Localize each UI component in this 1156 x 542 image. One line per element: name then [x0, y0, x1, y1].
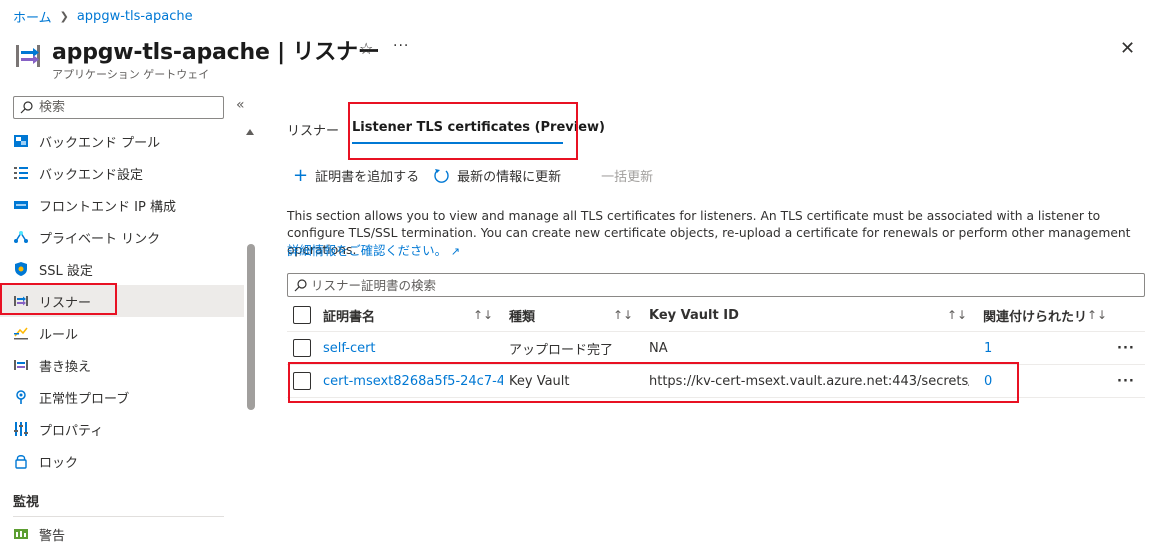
sidebar-search-input[interactable] — [39, 100, 209, 115]
sidebar-item-rewrite[interactable]: 書き換え — [0, 349, 244, 381]
breadcrumb-home-link[interactable]: ホーム — [13, 7, 52, 26]
sidebar-item-private-link[interactable]: プライベート リンク — [0, 221, 244, 253]
bulk-update-label: 一括更新 — [601, 170, 654, 185]
sidebar-item-label: 書き換え — [39, 359, 92, 375]
certificate-search-input[interactable] — [311, 277, 1131, 293]
tab-listener[interactable]: リスナー — [287, 120, 339, 139]
lock-icon — [15, 455, 27, 469]
collapse-sidebar-icon[interactable]: « — [236, 97, 245, 113]
sidebar-item-label: フロントエンド IP 構成 — [39, 199, 176, 215]
refresh-label: 最新の情報に更新 — [457, 170, 562, 185]
application-gateway-icon — [16, 45, 40, 67]
sidebar-item-label: 警告 — [39, 528, 66, 542]
add-certificate-label: 証明書を追加する — [315, 170, 420, 185]
page-title: appgw-tls-apache | リスナー — [52, 40, 380, 65]
key-vault-id: NA — [649, 340, 668, 356]
sidebar-item-health-probe[interactable]: 正常性プローブ — [0, 381, 244, 413]
sidebar-item-label: 正常性プローブ — [39, 391, 130, 407]
sort-icon[interactable]: ↑↓ — [1087, 299, 1107, 331]
certificate-name-link[interactable]: self-cert — [323, 332, 376, 364]
breadcrumb: ホーム ❯ appgw-tls-apache — [13, 7, 193, 26]
highlight-box-listener — [0, 283, 117, 315]
sidebar-divider — [13, 516, 224, 517]
select-all-checkbox[interactable] — [293, 306, 311, 324]
certificate-type: アップロード完了 — [509, 342, 614, 358]
sidebar-item-lock[interactable]: ロック — [0, 445, 244, 477]
sidebar-item-label: バックエンド プール — [39, 135, 161, 151]
toolbar: + 証明書を追加する 最新の情報に更新 一括更新 — [293, 166, 653, 185]
table-header-row: 証明書名 ↑↓ 種類 ↑↓ Key Vault ID ↑↓ 関連付けられたリ..… — [287, 299, 1145, 332]
shield-icon — [15, 262, 27, 276]
sidebar-item-label: バックエンド設定 — [39, 167, 144, 183]
sidebar-item-label: プライベート リンク — [39, 231, 161, 247]
backend-pool-icon — [14, 135, 28, 147]
refresh-button[interactable]: 最新の情報に更新 — [433, 166, 561, 185]
sidebar-item-label: ルール — [39, 327, 79, 343]
row-checkbox[interactable] — [293, 339, 311, 357]
private-link-icon — [14, 231, 28, 243]
sort-icon[interactable]: ↑↓ — [613, 299, 633, 331]
add-certificate-button[interactable]: + 証明書を追加する — [293, 166, 419, 185]
sidebar-item-backend-settings[interactable]: バックエンド設定 — [0, 157, 244, 189]
sidebar-search[interactable] — [13, 96, 224, 119]
plus-icon: + — [293, 164, 309, 186]
more-icon[interactable]: ··· — [393, 38, 409, 54]
sidebar-item-label: SSL 設定 — [39, 263, 93, 279]
sort-icon[interactable]: ↑↓ — [947, 299, 967, 331]
sidebar-item-ssl-settings[interactable]: SSL 設定 — [0, 253, 244, 285]
properties-icon — [14, 422, 28, 436]
health-probe-icon — [16, 390, 26, 404]
sidebar-item-frontend-ip[interactable]: フロントエンド IP 構成 — [0, 189, 244, 221]
sidebar-item-alerts[interactable]: 警告 — [0, 518, 244, 542]
breadcrumb-resource-link[interactable]: appgw-tls-apache — [77, 9, 193, 24]
bulk-update-button[interactable]: 一括更新 — [601, 166, 653, 185]
highlight-box-row — [288, 362, 1019, 403]
table-row[interactable]: self-cert アップロード完了 NA 1 ··· — [287, 332, 1145, 365]
search-icon — [294, 278, 307, 291]
search-icon — [20, 101, 33, 114]
rules-icon — [14, 327, 28, 340]
alerts-icon — [14, 529, 28, 539]
sidebar-item-backend-pool[interactable]: バックエンド プール — [0, 125, 244, 157]
close-icon[interactable]: ✕ — [1120, 38, 1135, 59]
rewrite-icon — [14, 360, 28, 370]
sidebar-section-monitoring: 監視 — [13, 495, 40, 510]
associated-listeners-link[interactable]: 1 — [984, 332, 992, 364]
refresh-icon — [434, 169, 449, 183]
sidebar-item-properties[interactable]: プロパティ — [0, 413, 244, 445]
column-header-associated[interactable]: 関連付けられたリ... — [983, 299, 1085, 331]
frontend-ip-icon — [14, 201, 28, 209]
external-link-icon: ↗ — [450, 245, 461, 258]
column-header-name[interactable]: 証明書名 — [323, 299, 375, 331]
backend-settings-icon — [14, 167, 28, 179]
sidebar-item-rules[interactable]: ルール — [0, 317, 244, 349]
page-subtitle: アプリケーション ゲートウェイ — [52, 68, 210, 81]
more-icon[interactable]: ··· — [1117, 332, 1135, 364]
star-icon[interactable]: ☆ — [359, 39, 373, 58]
more-icon[interactable]: ··· — [1117, 365, 1135, 397]
column-header-key-vault-id[interactable]: Key Vault ID — [649, 299, 739, 331]
certificate-search[interactable] — [287, 273, 1145, 297]
sidebar-item-label: プロパティ — [39, 423, 104, 439]
learn-more-label: 詳細情報をご確認ください。 — [287, 244, 447, 258]
scroll-up-arrow-icon[interactable] — [246, 129, 254, 135]
learn-more-link[interactable]: 詳細情報をご確認ください。 ↗ — [287, 241, 460, 259]
highlight-box-tab — [348, 102, 578, 160]
sidebar-item-label: ロック — [39, 455, 79, 471]
chevron-right-icon: ❯ — [59, 10, 69, 23]
sidebar-scrollbar[interactable] — [247, 244, 255, 410]
column-header-type[interactable]: 種類 — [509, 299, 535, 331]
sort-icon[interactable]: ↑↓ — [473, 299, 493, 331]
